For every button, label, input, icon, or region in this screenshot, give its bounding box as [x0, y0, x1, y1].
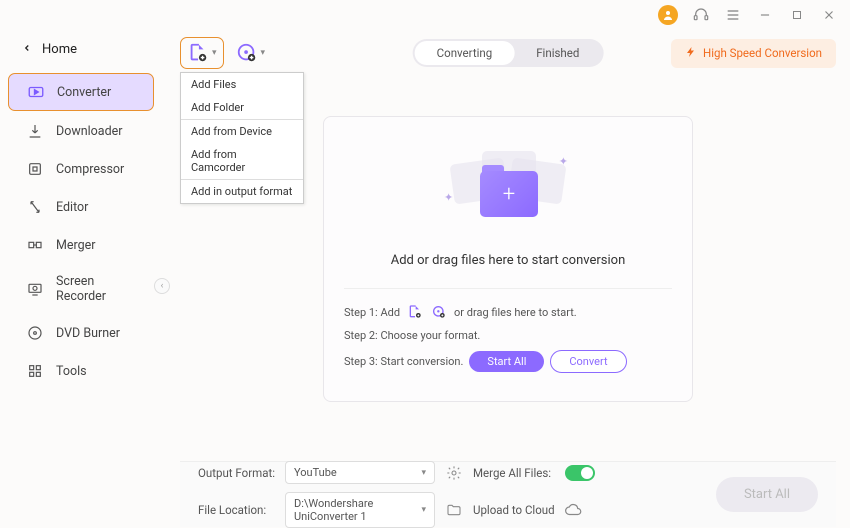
footer-bar: Output Format: YouTube▾ Merge All Files:… [180, 461, 836, 527]
sidebar-item-label: Screen Recorder [56, 274, 140, 304]
output-format-select[interactable]: YouTube▾ [285, 461, 435, 484]
home-label: Home [42, 42, 77, 57]
settings-gear-icon[interactable] [445, 464, 463, 482]
screen-recorder-icon [26, 280, 44, 298]
dd-add-camcorder[interactable]: Add from Camcorder [181, 143, 303, 179]
sidebar-item-label: Downloader [56, 124, 123, 139]
sidebar-item-merger[interactable]: Merger [8, 227, 154, 263]
cloud-icon[interactable] [565, 501, 583, 519]
sidebar-item-label: Editor [56, 200, 88, 215]
add-dvd-icon[interactable] [430, 303, 448, 321]
output-format-label: Output Format: [198, 466, 275, 480]
sidebar-item-dvd-burner[interactable]: DVD Burner [8, 315, 154, 351]
toolbar: ▾ ▾ Add Files Add Folder Add from Device… [180, 30, 836, 76]
sidebar: Home Converter Downloader Compressor Edi… [0, 30, 162, 527]
converter-icon [27, 83, 45, 101]
sidebar-item-label: DVD Burner [56, 326, 120, 341]
headset-icon[interactable] [692, 6, 710, 24]
step-2: Step 2: Choose your format. [344, 329, 672, 342]
lightning-icon [685, 46, 697, 61]
sidebar-item-downloader[interactable]: Downloader [8, 113, 154, 149]
sidebar-item-tools[interactable]: Tools [8, 353, 154, 389]
sidebar-item-converter[interactable]: Converter [8, 73, 154, 111]
menu-icon[interactable] [724, 6, 742, 24]
file-location-select[interactable]: D:\Wondershare UniConverter 1▾ [285, 492, 435, 528]
dd-add-output[interactable]: Add in output format [181, 179, 303, 203]
status-tabs: Converting Finished [413, 39, 604, 67]
high-speed-badge[interactable]: High Speed Conversion [671, 39, 836, 68]
merge-toggle[interactable] [565, 465, 595, 481]
dd-add-files[interactable]: Add Files [181, 73, 303, 96]
back-chevron-icon [22, 42, 32, 57]
sidebar-collapse-button[interactable]: ‹ [154, 278, 170, 294]
tools-icon [26, 362, 44, 380]
titlebar [0, 0, 850, 30]
sidebar-item-label: Converter [57, 85, 111, 100]
compressor-icon [26, 160, 44, 178]
folder-illustration: + ✦✦ [448, 153, 568, 233]
add-file-button[interactable]: ▾ [180, 37, 224, 69]
user-avatar-icon[interactable] [658, 5, 678, 25]
add-dvd-icon [236, 42, 258, 64]
add-dvd-button[interactable]: ▾ [236, 42, 266, 64]
maximize-button[interactable] [788, 6, 806, 24]
chevron-down-icon: ▾ [261, 48, 266, 58]
home-nav[interactable]: Home [0, 36, 162, 71]
start-all-main-button[interactable]: Start All [716, 477, 818, 512]
file-location-label: File Location: [198, 503, 275, 517]
step-1: Step 1: Add or drag files here to start. [344, 303, 672, 321]
convert-button[interactable]: Convert [550, 350, 626, 373]
dd-add-folder[interactable]: Add Folder [181, 96, 303, 119]
sidebar-item-screen-recorder[interactable]: Screen Recorder [8, 265, 154, 313]
merger-icon [26, 236, 44, 254]
sidebar-item-editor[interactable]: Editor [8, 189, 154, 225]
upload-cloud-label: Upload to Cloud [473, 503, 555, 517]
merge-label: Merge All Files: [473, 466, 555, 480]
sidebar-item-compressor[interactable]: Compressor [8, 151, 154, 187]
close-button[interactable] [820, 6, 838, 24]
drop-text: Add or drag files here to start conversi… [391, 253, 626, 268]
sidebar-item-label: Tools [56, 364, 87, 379]
add-file-icon [187, 42, 209, 64]
start-all-button[interactable]: Start All [469, 351, 544, 372]
minimize-button[interactable] [756, 6, 774, 24]
hs-badge-text: High Speed Conversion [703, 46, 822, 60]
chevron-down-icon: ▾ [212, 48, 217, 58]
open-folder-icon[interactable] [445, 501, 463, 519]
sidebar-item-label: Merger [56, 238, 96, 253]
step-3: Step 3: Start conversion. Start All Conv… [344, 350, 672, 373]
drop-zone[interactable]: + ✦✦ Add or drag files here to start con… [323, 116, 693, 402]
tab-finished[interactable]: Finished [514, 41, 601, 65]
downloader-icon [26, 122, 44, 140]
sidebar-item-label: Compressor [56, 162, 124, 177]
tab-converting[interactable]: Converting [415, 41, 515, 65]
editor-icon [26, 198, 44, 216]
dvd-burner-icon [26, 324, 44, 342]
plus-icon: + [503, 182, 515, 207]
add-file-icon[interactable] [406, 303, 424, 321]
main-panel: ▾ ▾ Add Files Add Folder Add from Device… [162, 30, 850, 527]
add-file-dropdown: Add Files Add Folder Add from Device Add… [180, 72, 304, 204]
dd-add-device[interactable]: Add from Device [181, 119, 303, 143]
